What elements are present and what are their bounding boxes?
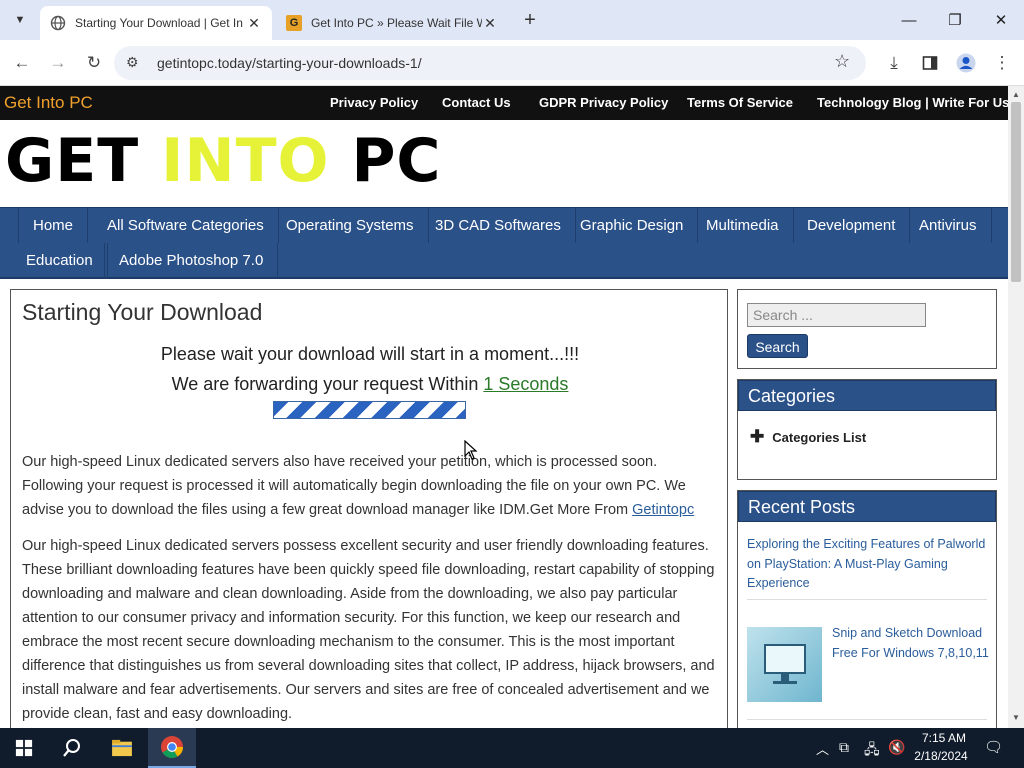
url-text: getintopc.today/starting-your-downloads-… <box>157 55 422 71</box>
paragraph-2: Our high-speed Linux dedicated servers p… <box>22 538 715 722</box>
tab-close-icon[interactable]: ✕ <box>482 15 498 32</box>
categories-widget: Categories ✚ Categories List <box>737 379 997 480</box>
tab-title: Get Into PC » Please Wait File W <box>311 16 482 30</box>
tab-active[interactable]: Starting Your Download | Get In ✕ <box>40 6 272 40</box>
nav-3d-cad-softwares[interactable]: 3D CAD Softwares <box>421 208 576 243</box>
globe-icon <box>50 15 66 31</box>
recent-post-link[interactable]: Exploring the Exciting Features of Palwo… <box>747 535 987 594</box>
link-gdpr-privacy-policy[interactable]: GDPR Privacy Policy <box>539 95 668 110</box>
tray-app-icon[interactable]: ⧉ <box>839 739 849 756</box>
get-into-pc-favicon-icon: G <box>286 15 302 31</box>
forward-message: We are forwarding your request Within 1 … <box>171 374 569 394</box>
recent-post-link[interactable]: Snip and Sketch Download Free For Window… <box>832 624 994 663</box>
download-icon[interactable]: ⤓ <box>879 48 909 78</box>
tray-chevron-icon[interactable]: ︿ <box>816 739 829 758</box>
download-progress-bar <box>273 401 466 419</box>
side-panel-icon[interactable] <box>915 48 945 78</box>
categories-list-item[interactable]: ✚ Categories List <box>750 427 866 447</box>
clock-date[interactable]: 2/18/2024 <box>910 749 972 763</box>
restore-icon[interactable]: ❐ <box>932 0 978 40</box>
nav-all-software-categories[interactable]: All Software Categories <box>93 208 279 243</box>
page-scrollbar[interactable]: ▲ ▼ <box>1008 86 1024 728</box>
tab-title: Starting Your Download | Get In <box>75 16 243 30</box>
nav-graphic-design[interactable]: Graphic Design <box>566 208 699 243</box>
menu-icon[interactable]: ⋮ <box>987 48 1017 78</box>
site-logo[interactable]: GET INTO PC <box>5 126 441 196</box>
recent-posts-widget: Recent Posts Exploring the Exciting Feat… <box>737 490 997 728</box>
browser-tab-strip: ▼ Starting Your Download | Get In ✕ G Ge… <box>0 0 1024 40</box>
minimize-icon[interactable]: — <box>886 0 932 40</box>
back-icon[interactable]: ← <box>7 48 37 78</box>
divider <box>747 599 987 600</box>
chrome-icon[interactable] <box>148 728 196 768</box>
nav-antivirus[interactable]: Antivirus <box>905 208 992 243</box>
new-tab-button[interactable]: + <box>518 6 542 34</box>
browser-toolbar: ← → ↻ ⚙ getintopc.today/starting-your-do… <box>0 40 1024 86</box>
reload-icon[interactable]: ↻ <box>79 48 109 78</box>
site-info-icon[interactable]: ⚙ <box>126 54 139 71</box>
link-privacy-policy[interactable]: Privacy Policy <box>330 95 418 110</box>
notification-icon[interactable]: 🗨 <box>984 738 1003 756</box>
web-page: Get Into PC Privacy Policy Contact Us GD… <box>0 86 1008 728</box>
nav-education[interactable]: Education <box>12 243 108 278</box>
main-content: Starting Your Download Please wait your … <box>10 289 728 728</box>
recent-posts-heading: Recent Posts <box>738 491 996 522</box>
tab-search-button[interactable]: ▼ <box>8 8 32 32</box>
tab-inactive[interactable]: G Get Into PC » Please Wait File W ✕ <box>276 6 508 40</box>
plus-icon: ✚ <box>750 427 765 446</box>
search-button[interactable]: Search <box>747 334 808 358</box>
volume-muted-icon[interactable]: 🔇 <box>888 739 905 756</box>
link-terms-of-service[interactable]: Terms Of Service <box>687 95 793 110</box>
paragraph-1: Our high-speed Linux dedicated servers a… <box>22 454 695 518</box>
windows-start-icon[interactable] <box>0 728 48 768</box>
wait-message: Please wait your download will start in … <box>160 344 580 364</box>
nav-home[interactable]: Home <box>18 208 89 243</box>
nav-operating-systems[interactable]: Operating Systems <box>272 208 429 243</box>
post-thumbnail-image[interactable] <box>747 627 822 702</box>
network-icon[interactable]: 🖧 <box>864 739 880 763</box>
page-title: Starting Your Download <box>22 299 263 325</box>
bookmark-star-icon[interactable]: ☆ <box>834 51 850 72</box>
clock-time[interactable]: 7:15 AM <box>916 731 972 745</box>
categories-heading: Categories <box>738 380 996 411</box>
main-navigation: Home All Software Categories Operating S… <box>0 207 1008 279</box>
forward-icon[interactable]: → <box>43 48 73 78</box>
nav-development[interactable]: Development <box>793 208 911 243</box>
close-window-icon[interactable]: ✕ <box>978 0 1024 40</box>
link-technology-blog[interactable]: Technology Blog | Write For Us <box>817 95 1008 110</box>
nav-adobe-photoshop[interactable]: Adobe Photoshop 7.0 <box>104 243 279 278</box>
link-contact-us[interactable]: Contact Us <box>442 95 511 110</box>
getintopc-link[interactable]: Getintopc <box>632 502 694 518</box>
nav-multimedia[interactable]: Multimedia <box>692 208 794 243</box>
search-widget: Search ... Search <box>737 289 997 369</box>
site-brand[interactable]: Get Into PC <box>4 93 93 113</box>
scroll-up-icon[interactable]: ▲ <box>1012 90 1020 99</box>
scroll-down-icon[interactable]: ▼ <box>1012 713 1020 722</box>
search-icon[interactable] <box>48 728 96 768</box>
tab-close-icon[interactable]: ✕ <box>246 15 262 32</box>
address-bar[interactable]: ⚙ getintopc.today/starting-your-download… <box>114 46 866 80</box>
site-top-bar: Get Into PC Privacy Policy Contact Us GD… <box>0 86 1008 120</box>
scrollbar-thumb[interactable] <box>1011 102 1021 282</box>
countdown-link[interactable]: 1 Seconds <box>483 374 568 394</box>
profile-avatar-icon[interactable] <box>951 48 981 78</box>
mouse-cursor-icon <box>464 440 478 460</box>
divider <box>747 719 987 720</box>
windows-taskbar: ︿ ⧉ 🖧 🔇 7:15 AM 2/18/2024 🗨 <box>0 728 1024 768</box>
file-explorer-icon[interactable] <box>98 728 146 768</box>
search-input[interactable]: Search ... <box>747 303 926 327</box>
